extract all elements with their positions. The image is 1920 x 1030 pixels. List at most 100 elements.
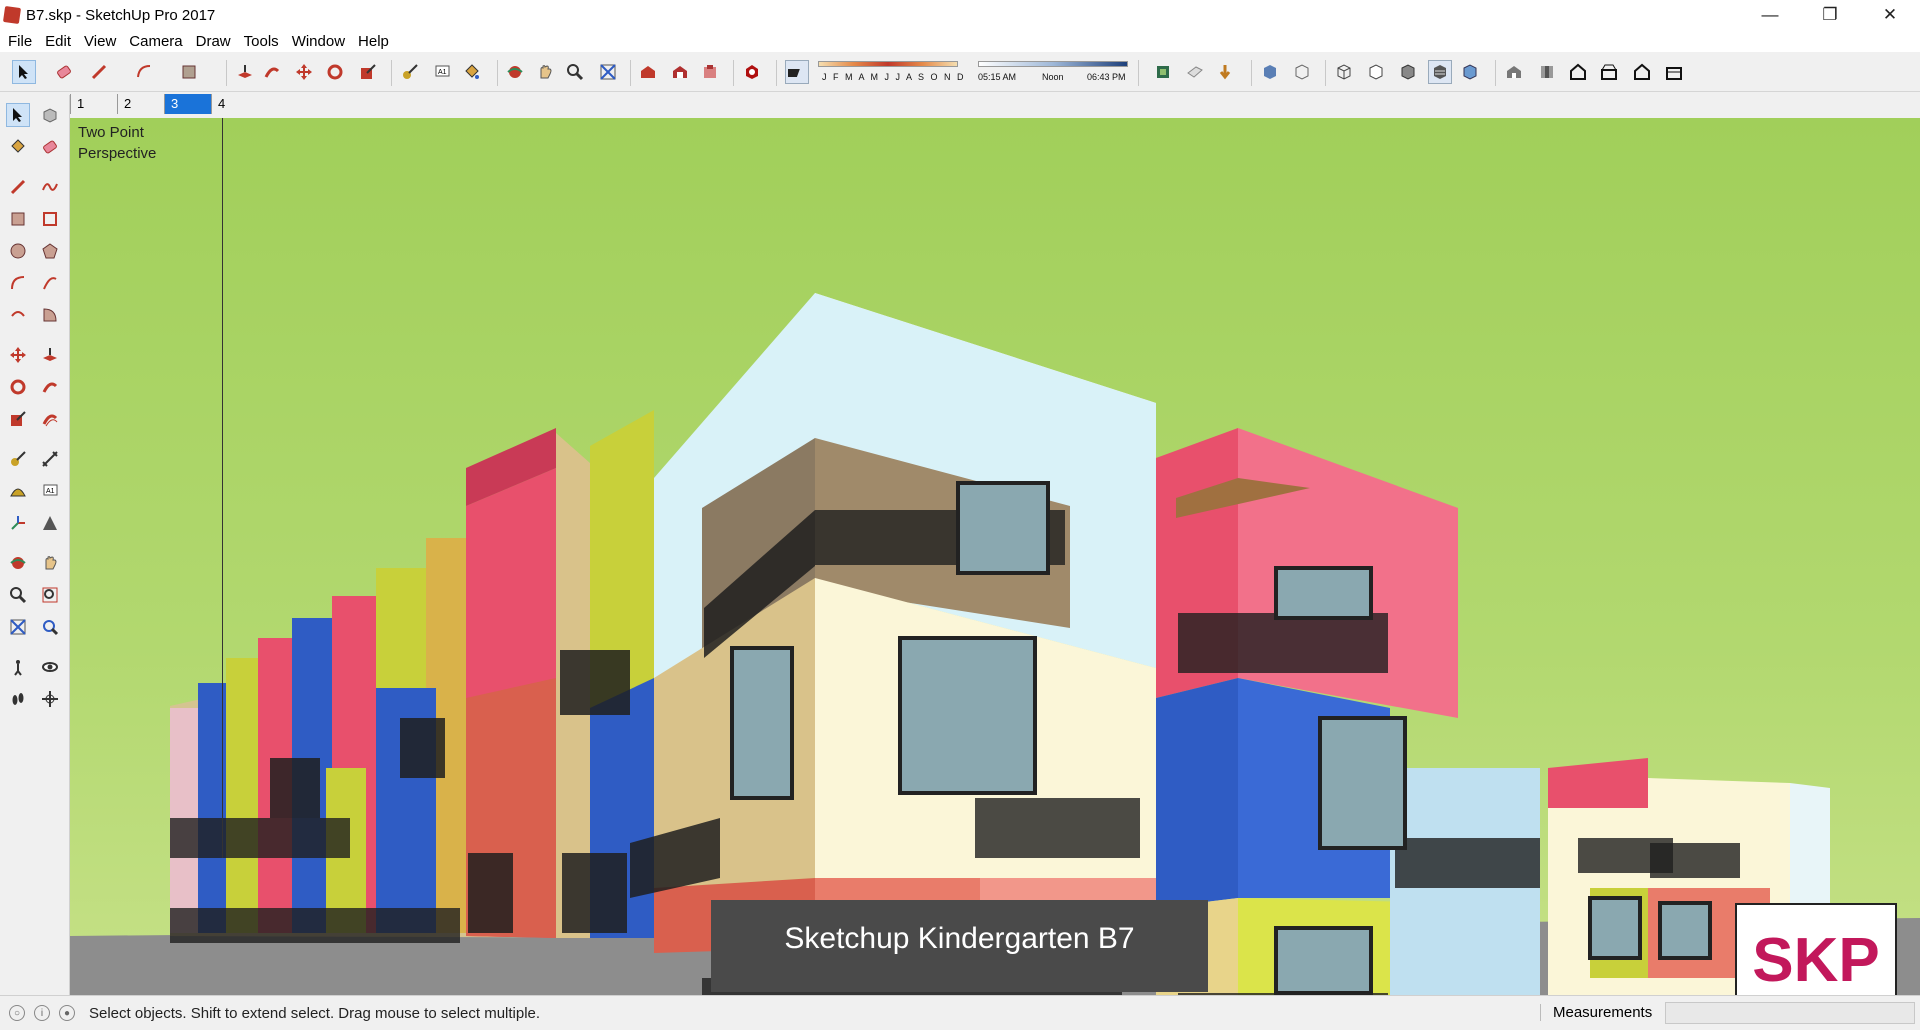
scene-tab-2[interactable]: 2 — [117, 94, 164, 114]
menu-edit[interactable]: Edit — [45, 33, 71, 50]
front-view-icon[interactable] — [1566, 60, 1590, 84]
orbit-icon[interactable] — [503, 60, 527, 84]
protractor-icon[interactable] — [6, 479, 30, 503]
follow-me-icon[interactable] — [38, 375, 62, 399]
wireframe-style-icon[interactable] — [1332, 60, 1356, 84]
xray-style-icon[interactable] — [1258, 60, 1282, 84]
tape-measure-icon[interactable] — [398, 60, 422, 84]
line-icon[interactable] — [6, 175, 30, 199]
rotate-icon[interactable] — [6, 375, 30, 399]
zoom-window-icon[interactable] — [38, 583, 62, 607]
shaded-with-textures-icon[interactable] — [1428, 60, 1452, 84]
pan-icon[interactable] — [38, 551, 62, 575]
select-tool-icon[interactable] — [12, 60, 36, 84]
scale-tool-icon[interactable] — [356, 60, 380, 84]
back-edges-style-icon[interactable] — [1290, 60, 1314, 84]
make-component-icon[interactable] — [38, 103, 62, 127]
rotate-tool-icon[interactable] — [323, 60, 347, 84]
rectangle-tool-icon[interactable] — [177, 60, 201, 84]
section-plane-icon[interactable] — [1151, 60, 1175, 84]
three-point-arc-icon[interactable] — [6, 303, 30, 327]
arc-icon[interactable] — [6, 271, 30, 295]
shaded-style-icon[interactable] — [1396, 60, 1420, 84]
zoom-extents-icon[interactable] — [596, 60, 620, 84]
extension-warehouse-icon[interactable] — [740, 60, 764, 84]
arc-tool-icon[interactable] — [132, 60, 156, 84]
push-pull-icon[interactable] — [233, 60, 257, 84]
move-icon[interactable] — [6, 343, 30, 367]
offset-icon[interactable] — [38, 407, 62, 431]
credits-info-icon[interactable]: i — [34, 1005, 50, 1021]
menu-file[interactable]: File — [8, 33, 32, 50]
push-pull-icon[interactable] — [38, 343, 62, 367]
model-viewport[interactable]: Two Point Perspective Sketchup Kindergar… — [70, 118, 1920, 995]
time-slider-track[interactable] — [978, 61, 1128, 67]
look-around-icon[interactable] — [38, 655, 62, 679]
rectangle-icon[interactable] — [6, 207, 30, 231]
top-view-icon[interactable] — [1535, 60, 1559, 84]
line-tool-icon[interactable] — [87, 60, 111, 84]
eraser-icon[interactable] — [38, 135, 62, 159]
move-tool-icon[interactable] — [292, 60, 316, 84]
two-point-arc-icon[interactable] — [38, 271, 62, 295]
iso-view-icon[interactable] — [1502, 60, 1526, 84]
scene-tab-4[interactable]: 4 — [211, 94, 258, 114]
section-plane-icon[interactable] — [38, 687, 62, 711]
menu-draw[interactable]: Draw — [196, 33, 231, 50]
right-view-icon[interactable] — [1597, 60, 1621, 84]
select-icon[interactable] — [6, 103, 30, 127]
menu-camera[interactable]: Camera — [129, 33, 182, 50]
orbit-icon[interactable] — [6, 551, 30, 575]
share-model-icon[interactable] — [668, 60, 692, 84]
svg-text:A1: A1 — [46, 488, 55, 495]
scene-tab-3[interactable]: 3 — [164, 94, 211, 114]
user-account-icon[interactable]: ● — [59, 1005, 75, 1021]
paint-bucket-icon[interactable] — [6, 135, 30, 159]
minimize-icon[interactable]: — — [1740, 0, 1800, 30]
scene-tab-1[interactable]: 1 — [70, 94, 117, 114]
scale-icon[interactable] — [6, 407, 30, 431]
hidden-line-style-icon[interactable] — [1364, 60, 1388, 84]
back-view-icon[interactable] — [1630, 60, 1654, 84]
paint-bucket-icon[interactable] — [460, 60, 484, 84]
freehand-icon[interactable] — [38, 175, 62, 199]
polygon-icon[interactable] — [38, 239, 62, 263]
text-icon[interactable]: A1 — [38, 479, 62, 503]
restore-icon[interactable]: ❐ — [1800, 0, 1860, 30]
menu-view[interactable]: View — [84, 33, 116, 50]
measurements-input[interactable] — [1665, 1002, 1915, 1024]
eraser-icon[interactable] — [52, 60, 76, 84]
rotated-rectangle-icon[interactable] — [38, 207, 62, 231]
walk-icon[interactable] — [6, 687, 30, 711]
shadows-toggle-icon[interactable] — [785, 60, 809, 84]
3d-warehouse-icon[interactable] — [636, 60, 660, 84]
menu-tools[interactable]: Tools — [244, 33, 279, 50]
month-slider-track[interactable] — [818, 61, 958, 67]
camera-guide-line — [222, 118, 223, 858]
zoom-icon[interactable] — [563, 60, 587, 84]
circle-icon[interactable] — [6, 239, 30, 263]
close-icon[interactable]: ✕ — [1860, 0, 1920, 30]
axes-icon[interactable] — [6, 511, 30, 535]
zoom-icon[interactable] — [6, 583, 30, 607]
time-start-label: 05:15 AM — [978, 72, 1017, 82]
menu-help[interactable]: Help — [358, 33, 389, 50]
share-component-icon[interactable] — [698, 60, 722, 84]
text-tool-icon[interactable]: A1 — [430, 60, 454, 84]
menu-window[interactable]: Window — [292, 33, 345, 50]
geolocation-icon[interactable]: ○ — [9, 1005, 25, 1021]
display-section-cut-icon[interactable] — [1213, 60, 1237, 84]
tape-measure-icon[interactable] — [6, 447, 30, 471]
pan-icon[interactable] — [533, 60, 557, 84]
3d-text-icon[interactable] — [38, 511, 62, 535]
pie-icon[interactable] — [38, 303, 62, 327]
monochrome-style-icon[interactable] — [1458, 60, 1482, 84]
follow-me-icon[interactable] — [260, 60, 284, 84]
dimension-icon[interactable] — [38, 447, 62, 471]
previous-view-icon[interactable] — [38, 615, 62, 639]
menu-bar: File Edit View Camera Draw Tools Window … — [0, 30, 1920, 52]
display-section-plane-icon[interactable] — [1183, 60, 1207, 84]
left-view-icon[interactable] — [1662, 60, 1686, 84]
zoom-extents-icon[interactable] — [6, 615, 30, 639]
position-camera-icon[interactable] — [6, 655, 30, 679]
